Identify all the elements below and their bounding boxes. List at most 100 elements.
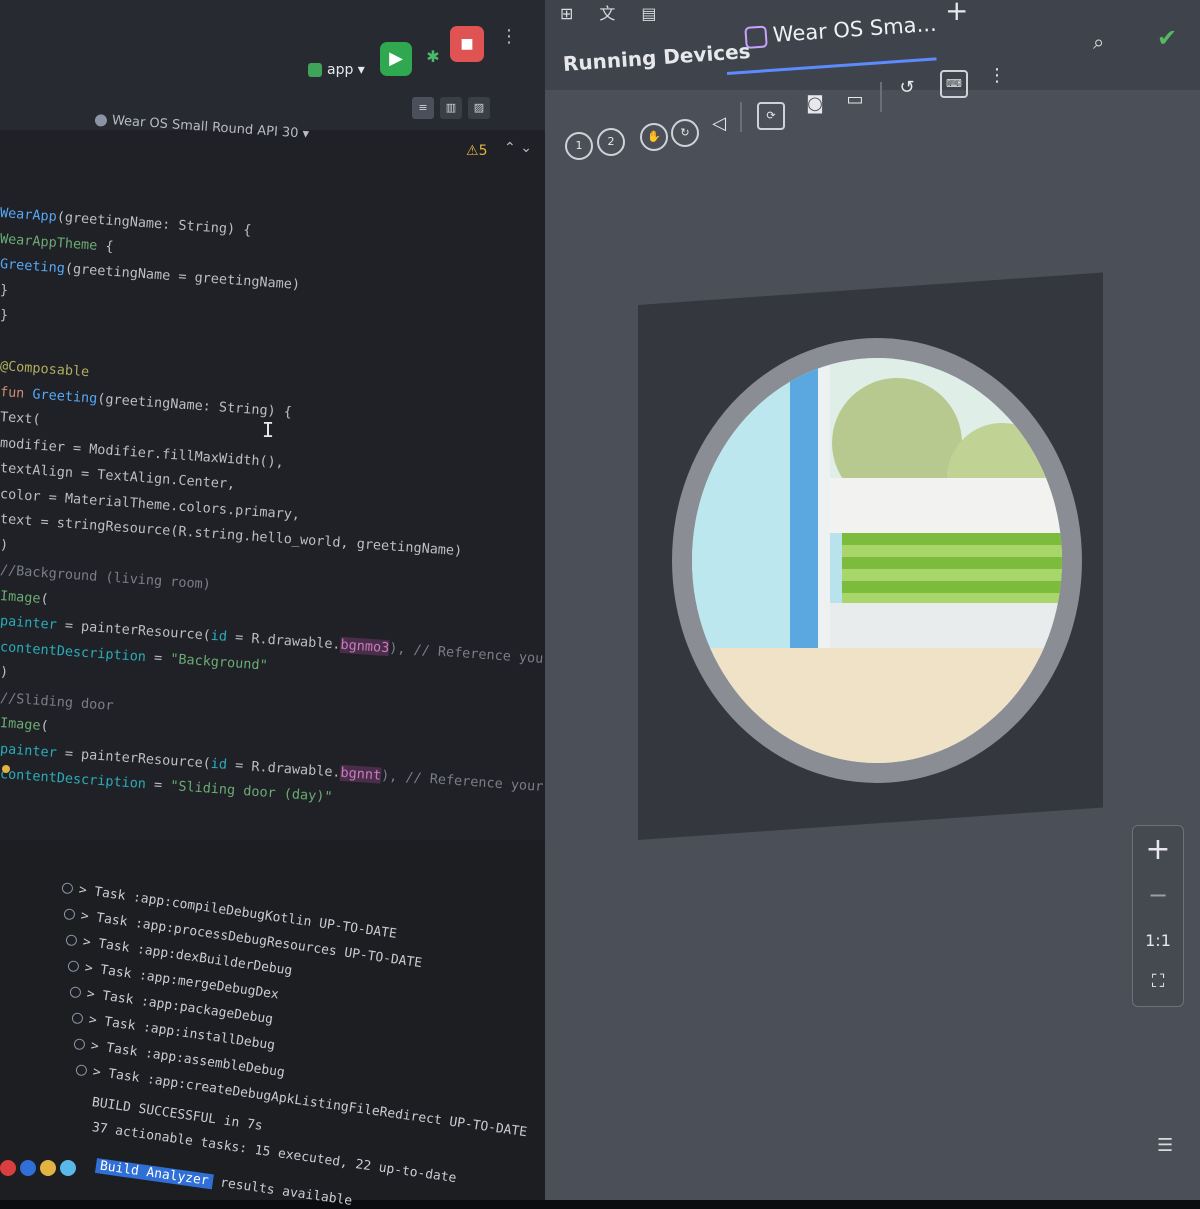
zoom-actual-button[interactable]: 1:1 (1133, 931, 1183, 950)
code-line[interactable]: //Sliding door (0, 690, 114, 714)
task-status-icon (73, 1038, 86, 1051)
code-line[interactable]: painter = painterResource(id = R.drawabl… (0, 613, 590, 671)
code-line[interactable]: ) (0, 664, 9, 681)
run-config-selector[interactable]: app ▾ (308, 62, 365, 78)
code-mode-icon[interactable]: ≡ (412, 97, 434, 119)
watch-display[interactable] (692, 358, 1062, 763)
code-line[interactable]: ) (0, 537, 9, 554)
search-device-icon[interactable]: ⌕ (1093, 30, 1104, 54)
palm-icon[interactable]: ✋ (640, 123, 668, 151)
app-icon[interactable] (20, 1160, 36, 1176)
code-token: = (145, 648, 171, 667)
device-toolbar: 1 2 ✋ ↻ ◁ ⟳ ◙ ▭ ↺ ⌨ ⋮ (545, 65, 1200, 170)
fit-screen-icon[interactable]: ⛶ (1133, 971, 1183, 992)
garden-wall-image (830, 478, 1062, 533)
code-token: = painterResource( (56, 616, 212, 644)
code-line[interactable]: //Background (living room) (0, 562, 211, 593)
code-token: Text( (0, 409, 42, 428)
build-analyzer-link[interactable]: Build Analyzer (94, 1158, 214, 1190)
floor-image (692, 648, 1062, 763)
wrist-tilt-icon[interactable]: ↻ (671, 119, 699, 147)
problem-navigation[interactable]: ⌃ ⌄ (504, 140, 532, 156)
more-options-icon[interactable]: ⋮ (500, 26, 518, 47)
design-mode-icon[interactable]: ▨ (468, 97, 490, 119)
layout-inspector-icon[interactable]: ⊞ (560, 4, 573, 23)
chevron-down-icon[interactable]: ⌄ (520, 140, 532, 156)
snapshot-icon[interactable]: ↺ (895, 76, 919, 100)
emulator-icon[interactable]: ▤ (641, 4, 656, 23)
tab-wear-os-device[interactable]: Wear OS Sma... (744, 12, 937, 49)
text-cursor-icon: I (262, 418, 275, 442)
code-token: { (96, 237, 115, 255)
lawn-image (842, 533, 1062, 603)
task-status-icon (67, 960, 80, 973)
code-token: contentDescription (0, 638, 147, 665)
code-line[interactable]: WearAppTheme { (0, 231, 114, 255)
app-icon[interactable] (40, 1160, 56, 1176)
code-area[interactable]: WearApp(greetingName: String) { WearAppT… (0, 185, 590, 835)
code-token: ( (39, 717, 50, 735)
zoom-in-button[interactable]: + (1133, 832, 1183, 867)
rotate-device-icon[interactable]: ⟳ (757, 102, 785, 130)
stop-button[interactable]: ■ (450, 26, 484, 62)
device-selector[interactable]: Wear OS Small Round API 30 ▾ (94, 112, 310, 142)
os-taskbar (0, 1160, 100, 1200)
code-line[interactable]: Text( (0, 409, 41, 428)
task-status-icon (65, 934, 78, 947)
code-token: ( (39, 590, 50, 607)
code-token: ) (0, 536, 9, 554)
video-record-icon[interactable]: ▭ (843, 88, 867, 112)
app-icon[interactable] (0, 1160, 16, 1176)
split-mode-icon[interactable]: ▥ (440, 97, 462, 119)
camera-icon[interactable]: ◙ (803, 92, 827, 116)
code-token: (greetingName: String) { (96, 390, 293, 420)
code-token: = painterResource( (56, 744, 212, 772)
code-line[interactable]: Greeting(greetingName = greetingName) (0, 256, 301, 293)
code-token: } (0, 281, 9, 299)
code-token: bgnmo3 (340, 636, 390, 657)
code-token: //Background (living room) (0, 562, 212, 593)
code-token: painter (0, 740, 58, 761)
more-options-icon[interactable]: ⋮ (985, 64, 1009, 88)
main-toolbar: Wear OS Small Round API 30 ▾ app ▾ ▶ ✱ ■… (0, 0, 560, 142)
code-token: (greetingName = greetingName) (64, 260, 301, 293)
console-filter-icon[interactable]: ☰ (1157, 1135, 1173, 1156)
code-token: id (210, 627, 228, 645)
running-devices-header: ⊞ 文 ▤ Running Devices Wear OS Sma... + ⌕ ✔ (545, 0, 1200, 90)
toolbar-separator (740, 102, 742, 132)
code-line[interactable]: Image( (0, 715, 49, 734)
sliding-door-frame (818, 358, 830, 648)
zoom-controls: + − 1:1 ⛶ (1132, 825, 1184, 1007)
warning-indicator[interactable]: ⚠5 (466, 143, 487, 159)
lightbulb-icon[interactable] (2, 765, 10, 773)
code-line[interactable]: } (0, 282, 9, 299)
check-icon[interactable]: ✔ (1157, 24, 1177, 52)
warning-icon: ⚠ (466, 143, 479, 159)
code-token: @Composable (0, 358, 90, 381)
code-line[interactable]: fun Greeting(greetingName: String) { (0, 384, 292, 420)
app-icon[interactable] (60, 1160, 76, 1176)
code-token: (greetingName: String) { (56, 208, 252, 239)
run-button[interactable]: ▶ (380, 42, 412, 76)
running-devices-title: Running Devices (562, 38, 752, 76)
back-icon[interactable]: ◁ (707, 112, 731, 136)
run-config-label: app (327, 62, 354, 78)
button-2-icon[interactable]: 2 (597, 128, 625, 156)
zoom-out-button[interactable]: − (1133, 881, 1183, 909)
running-devices-pane: ⊞ 文 ▤ Running Devices Wear OS Sma... + ⌕ ✔… (545, 0, 1200, 1200)
task-status-icon (61, 882, 74, 895)
chevron-up-icon[interactable]: ⌃ (504, 140, 516, 156)
translate-icon[interactable]: 文 (599, 0, 615, 24)
code-line[interactable]: } (0, 307, 9, 324)
code-token: painter (0, 613, 58, 633)
android-icon (308, 63, 322, 77)
top-tool-icons: ⊞ 文 ▤ (560, 0, 683, 24)
debug-button[interactable]: ✱ (422, 46, 444, 68)
code-line[interactable]: Image( (0, 588, 49, 607)
keyboard-icon[interactable]: ⌨ (940, 70, 968, 98)
device-selector-label: Wear OS Small Round API 30 (111, 113, 299, 142)
add-device-icon[interactable]: + (945, 0, 968, 27)
code-token: bgnnt (340, 764, 382, 784)
code-line[interactable]: @Composable (0, 358, 90, 380)
button-1-icon[interactable]: 1 (565, 132, 593, 160)
